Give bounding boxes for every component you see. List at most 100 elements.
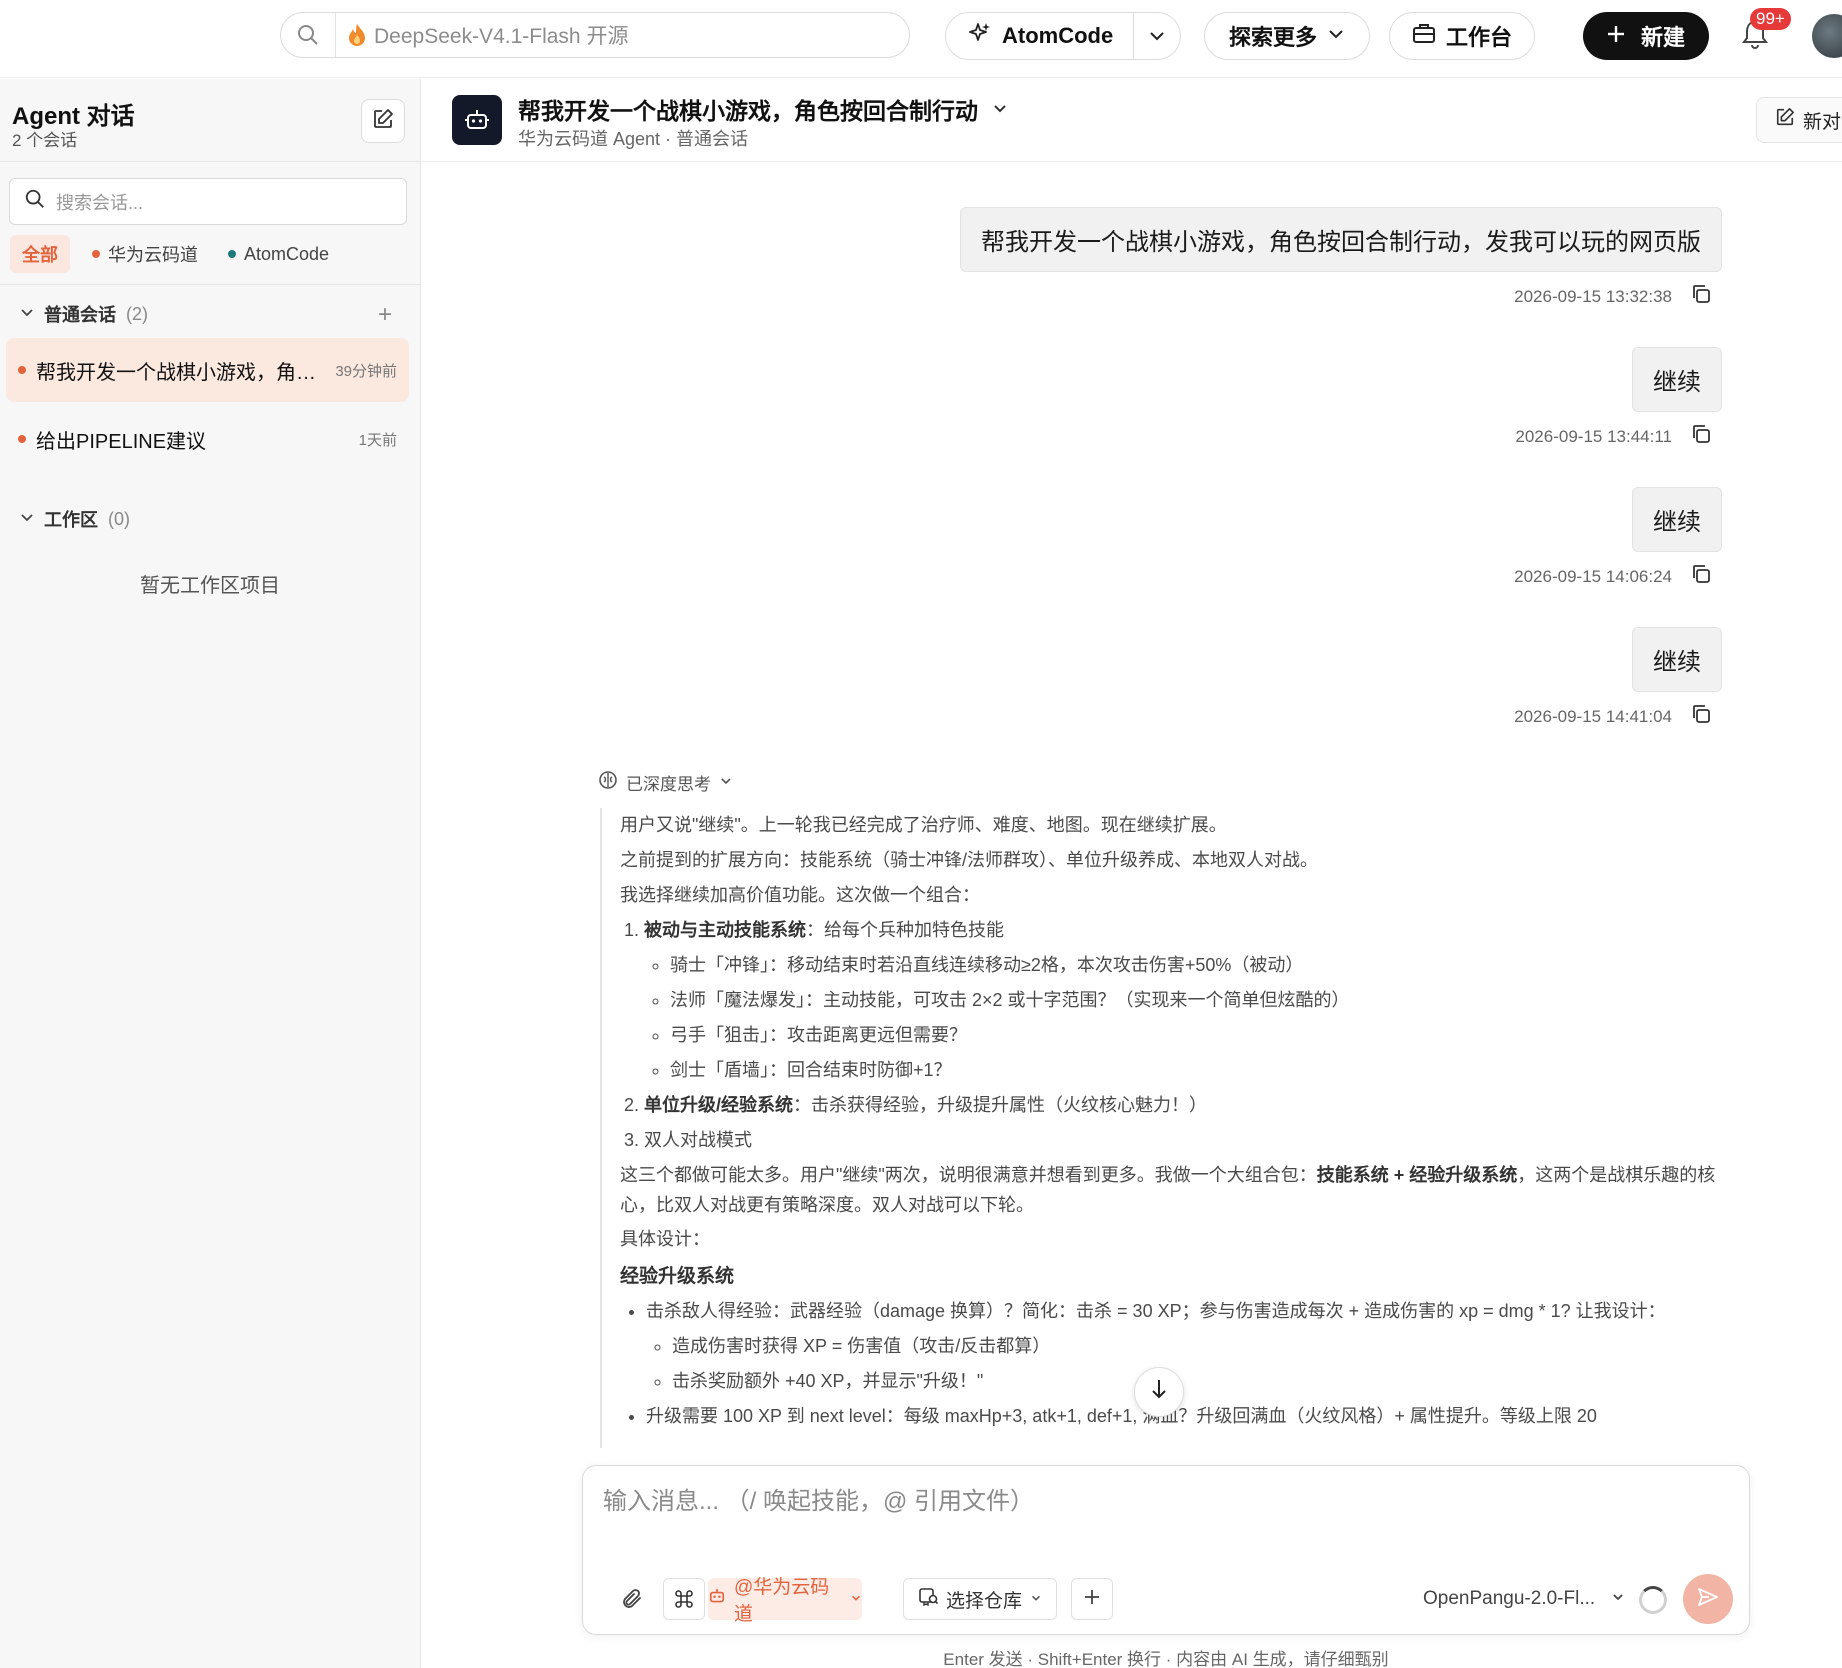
send-icon [1696,1585,1720,1614]
thinking-paragraph: 具体设计： [620,1229,710,1249]
search-divider [335,13,336,57]
send-button[interactable] [1683,1574,1733,1624]
new-chat-button[interactable]: 新对话 [1756,97,1842,143]
filter-all[interactable]: 全部 [10,235,70,273]
command-icon[interactable] [663,1578,705,1620]
sparkle-icon [968,21,992,51]
atomcode-label: AtomCode [1002,23,1114,48]
atomcode-button[interactable]: AtomCode [946,13,1135,59]
bold-text: 被动与主动技能系统 [644,920,806,940]
list-item: 击杀奖励额外 +40 XP，并显示"升级！" [672,1364,1722,1399]
sub-list: 造成伤害时获得 XP = 伤害值（攻击/反击都算） 击杀奖励额外 +40 XP，… [646,1329,1722,1399]
filter-bar: 全部 华为云码道 AtomCode [10,235,337,273]
search-icon[interactable] [281,13,335,57]
workbench-button[interactable]: 工作台 [1389,12,1535,60]
item-text: 击杀敌人得经验：武器经验（damage 换算）？简化：击杀 = 30 XP；参与… [646,1301,1666,1321]
chat-title[interactable]: 帮我开发一个战棋小游戏，角色按回合制行动 [518,92,1008,126]
filter-label: 华为云码道 [108,245,198,265]
copy-icon[interactable] [1690,423,1712,450]
chevron-down-icon [719,773,733,793]
group-count: (2) [126,303,148,324]
user-message: 继续 [1632,627,1722,692]
list-item: 法师「魔法爆发」：主动技能，可攻击 2×2 或十字范围？（实现来一个简单但炫酷的… [670,983,1722,1018]
workbench-label: 工作台 [1445,25,1512,50]
add-button[interactable] [1071,1578,1113,1620]
filter-atomcode[interactable]: AtomCode [220,238,337,271]
message-time: 2026-09-15 13:44:11 [1515,426,1672,446]
message-meta: 2026-09-15 13:44:11 [1515,423,1712,450]
plus-icon [1084,1589,1100,1610]
conversation-title: 给出PIPELINE建议 [36,430,207,453]
agent-label: @华为云码道 [734,1577,830,1625]
user-message: 继续 [1632,347,1722,412]
status-dot [18,366,26,374]
item-text: ：击杀获得经验，升级提升属性（火纹核心魅力！） [793,1095,1208,1115]
section-heading: 经验升级系统 [620,1266,735,1287]
thinking-paragraph: 我选择继续加高价值功能。这次做一个组合： [620,885,980,905]
chat-title-text: 帮我开发一个战棋小游戏，角色按回合制行动 [518,98,978,124]
sidebar: Agent 对话 2 个会话 搜索会话... 全部 华为云码道 AtomCode… [0,79,421,1668]
new-label: 新建 [1640,25,1685,50]
paperclip-icon[interactable] [611,1578,653,1620]
status-dot [18,435,26,443]
conversation-item[interactable]: 给出PIPELINE建议 1天前 [6,407,409,471]
scroll-to-bottom-button[interactable] [1134,1367,1184,1417]
group-workspace-header[interactable]: 工作区 (0) [20,506,130,532]
chat-subtitle: 华为云码道 Agent · 普通会话 [518,129,749,149]
compose-button[interactable] [361,99,405,143]
chevron-down-icon [850,1588,862,1610]
group-count: (0) [108,508,130,529]
conversation-time: 39分钟前 [335,362,397,380]
deep-thinking-toggle[interactable]: 已深度思考 [598,770,733,795]
copy-icon[interactable] [1690,283,1712,310]
agent-selector[interactable]: @华为云码道 [708,1577,862,1625]
user-message: 继续 [1632,487,1722,552]
top-bar: DeepSeek-V4.1-Flash 开源 AtomCode 探索更多 工作台… [0,0,1842,78]
conversation-time: 1天前 [358,431,397,449]
list-item: 被动与主动技能系统：给每个兵种加特色技能 骑士「冲锋」：移动结束时若沿直线连续移… [644,913,1722,1088]
message-composer: @华为云码道 选择仓库 OpenPangu-2.0-Fl... [582,1465,1750,1635]
skill-list: 骑士「冲锋」：移动结束时若沿直线连续移动≥2格，本次攻击伤害+50%（被动） 法… [644,948,1722,1088]
new-button[interactable]: 新建 [1583,12,1709,60]
conversation-search[interactable]: 搜索会话... [9,178,407,225]
repo-selector[interactable]: 选择仓库 [903,1578,1057,1620]
message-time: 2026-09-15 13:32:38 [1514,286,1672,306]
list-item: 剑士「盾墙」：回合结束时防御+1？ [670,1053,1722,1088]
add-conversation-icon[interactable]: + [378,301,392,329]
thinking-content: 用户又说"继续"。上一轮我已经完成了治疗师、难度、地图。现在继续扩展。 之前提到… [600,808,1722,1448]
arrow-down-icon [1149,1378,1169,1407]
edit-icon [372,108,394,135]
avatar[interactable] [1812,14,1842,58]
search-placeholder: DeepSeek-V4.1-Flash 开源 [374,25,629,48]
copy-icon[interactable] [1690,703,1712,730]
chevron-down-icon[interactable] [1134,27,1180,45]
filter-huawei[interactable]: 华为云码道 [84,235,206,273]
message-meta: 2026-09-15 14:06:24 [1514,563,1712,590]
flame-icon [348,23,366,47]
group-general-header[interactable]: 普通会话 (2) [20,301,148,327]
model-search-bar[interactable]: DeepSeek-V4.1-Flash 开源 [280,12,910,58]
conversation-item[interactable]: 帮我开发一个战棋小游戏，角色按回合制行动，发我可以玩的网页版 39分钟前 [6,338,409,402]
atomcode-switcher[interactable]: AtomCode [945,12,1181,60]
loading-spinner-icon [1639,1586,1667,1614]
explore-more-button[interactable]: 探索更多 [1204,12,1370,60]
message-meta: 2026-09-15 13:32:38 [1514,283,1712,310]
copy-icon[interactable] [1690,563,1712,590]
list-item: 造成伤害时获得 XP = 伤害值（攻击/反击都算） [672,1329,1722,1364]
list-item: 单位升级/经验系统：击杀获得经验，升级提升属性（火纹核心魅力！） [644,1088,1722,1123]
model-selector[interactable]: OpenPangu-2.0-Fl... [1423,1578,1625,1620]
chevron-down-icon [992,96,1008,123]
message-time: 2026-09-15 14:06:24 [1514,566,1672,586]
message-input[interactable] [603,1488,1703,1516]
repository-icon [918,1586,939,1612]
workspace-empty-text: 暂无工作区项目 [140,575,280,597]
chevron-down-icon [1030,1588,1042,1610]
item-text: ：给每个兵种加特色技能 [806,920,1004,940]
robot-icon [708,1587,726,1611]
sidebar-header: Agent 对话 2 个会话 [0,79,420,162]
sidebar-subtitle: 2 个会话 [12,131,78,150]
message-meta: 2026-09-15 14:41:04 [1514,703,1712,730]
repo-label: 选择仓库 [945,1590,1022,1612]
list-item: 弓手「狙击」：攻击距离更远但需要？ [670,1018,1722,1053]
thinking-paragraph: 用户又说"继续"。上一轮我已经完成了治疗师、难度、地图。现在继续扩展。 [620,815,1227,835]
